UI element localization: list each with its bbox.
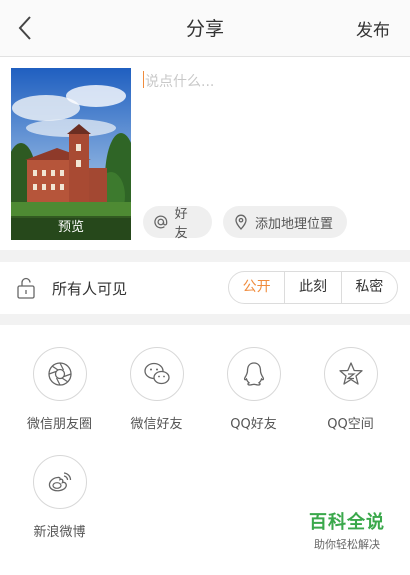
share-qq-friend-circle bbox=[226, 347, 281, 401]
share-qq-friend-label: QQ好友 bbox=[230, 417, 277, 432]
watermark-title: 百科全说 bbox=[309, 512, 385, 533]
share-qq-friend[interactable]: QQ好友 bbox=[205, 347, 302, 432]
add-location-button[interactable]: 添加地理位置 bbox=[223, 206, 347, 238]
share-weibo-circle bbox=[32, 455, 87, 509]
watermark-logo: 百科全说 助你轻松解决 bbox=[292, 508, 402, 552]
share-wechat-friend[interactable]: 微信好友 bbox=[108, 347, 205, 432]
share-qzone-label: QQ空间 bbox=[327, 417, 374, 432]
location-pin-icon bbox=[235, 214, 247, 230]
visibility-row: 所有人可见 公开 此刻 私密 bbox=[0, 262, 410, 314]
weibo-icon bbox=[48, 472, 71, 492]
visibility-option-public[interactable]: 公开 bbox=[229, 272, 284, 303]
visibility-segmented-control: 公开 此刻 私密 bbox=[228, 271, 398, 304]
visibility-label: 所有人可见 bbox=[52, 280, 128, 298]
nav-bar: 分享 发布 bbox=[0, 0, 410, 57]
visibility-option-moment[interactable]: 此刻 bbox=[284, 272, 340, 303]
mention-friend-label: 好友 bbox=[174, 207, 188, 241]
wechat-moments-icon bbox=[47, 362, 72, 386]
share-wechat-moments-circle bbox=[32, 347, 87, 401]
qzone-icon bbox=[338, 362, 363, 385]
visibility-option-private[interactable]: 私密 bbox=[340, 272, 397, 303]
qq-icon bbox=[243, 362, 264, 386]
unlock-icon bbox=[17, 277, 35, 299]
watermark-subtitle: 助你轻松解决 bbox=[314, 538, 380, 551]
share-wechat-friend-label: 微信好友 bbox=[130, 417, 183, 432]
share-weibo-label: 新浪微博 bbox=[33, 525, 86, 540]
page-title: 分享 bbox=[185, 18, 224, 40]
wechat-icon bbox=[143, 362, 170, 385]
share-wechat-moments[interactable]: 微信朋友圈 bbox=[11, 347, 108, 432]
castle-photo bbox=[11, 68, 131, 240]
publish-button[interactable]: 发布 bbox=[356, 16, 390, 41]
preview-label[interactable]: 预览 bbox=[11, 216, 131, 240]
share-weibo[interactable]: 新浪微博 bbox=[11, 455, 108, 540]
share-qzone-circle bbox=[323, 347, 378, 401]
share-wechat-moments-label: 微信朋友圈 bbox=[26, 417, 92, 432]
text-cursor bbox=[143, 71, 144, 88]
share-wechat-friend-circle bbox=[129, 347, 184, 401]
at-icon bbox=[154, 215, 168, 229]
compose-area: 预览 说点什么... 好友 添加地理位置 bbox=[0, 57, 410, 250]
share-qzone[interactable]: QQ空间 bbox=[302, 347, 399, 432]
add-location-label: 添加地理位置 bbox=[255, 216, 334, 232]
post-text-input[interactable]: 说点什么... bbox=[145, 71, 214, 91]
image-thumbnail[interactable]: 预览 bbox=[11, 68, 131, 240]
mention-friend-button[interactable]: 好友 bbox=[143, 206, 212, 241]
